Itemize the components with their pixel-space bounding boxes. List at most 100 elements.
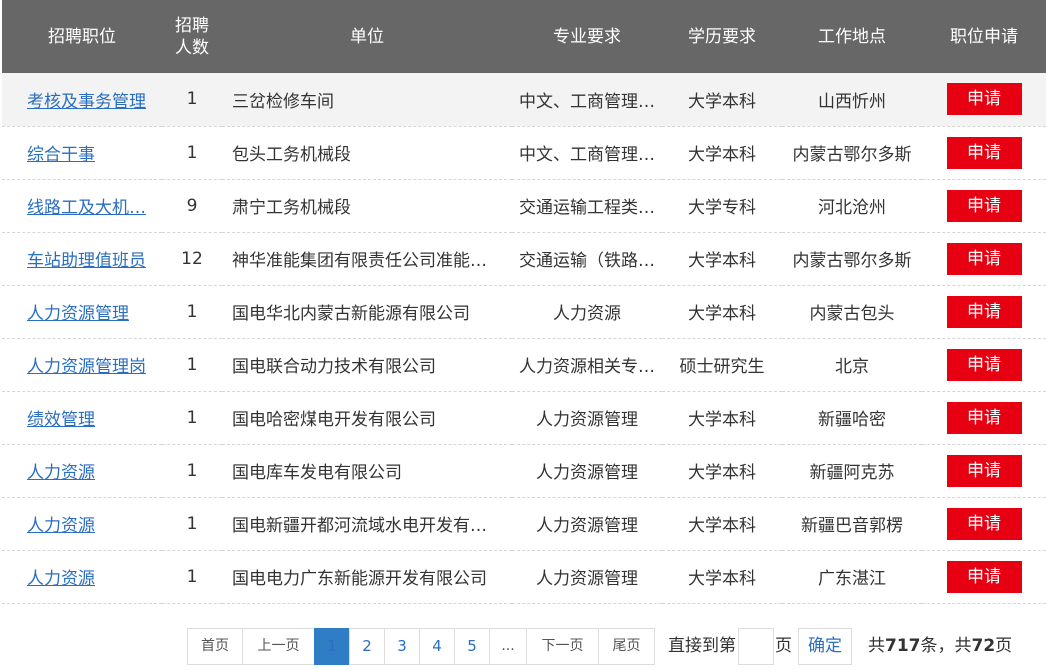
header-count-line2: 人数 [175,37,209,58]
job-count: 1 [162,338,222,392]
job-title-link[interactable]: 人力资源 [27,516,95,536]
header-education: 学历要求 [662,0,782,73]
job-education: 大学本科 [662,497,782,551]
job-unit: 国电电力广东新能源开发有限公司 [222,550,512,604]
job-title-cell: 线路工及大机… [2,179,162,233]
job-title-cell: 绩效管理 [2,391,162,445]
job-apply-cell: 申请 [922,73,1046,127]
last-page-button[interactable]: 尾页 [598,628,655,665]
job-count: 1 [162,73,222,127]
job-title-cell: 人力资源 [2,550,162,604]
table-row: 考核及事务管理 1 三岔检修车间 中文、工商管理… 大学本科 山西忻州 申请 [2,73,1046,127]
job-unit: 国电新疆开都河流域水电开发有… [222,497,512,551]
job-title-cell: 考核及事务管理 [2,73,162,127]
job-title-link[interactable]: 综合干事 [27,145,95,165]
job-major: 人力资源 [512,285,662,339]
table-row: 人力资源 1 国电新疆开都河流域水电开发有… 人力资源管理 大学本科 新疆巴音郭楞 申请 [2,497,1046,551]
job-apply-cell: 申请 [922,444,1046,498]
job-major: 交通运输（铁路… [512,232,662,286]
prev-page-button[interactable]: 上一页 [242,628,315,665]
table-row: 绩效管理 1 国电哈密煤电开发有限公司 人力资源管理 大学本科 新疆哈密 申请 [2,391,1046,445]
job-unit: 国电联合动力技术有限公司 [222,338,512,392]
confirm-goto-button[interactable]: 确定 [798,628,852,665]
job-major: 交通运输工程类… [512,179,662,233]
page-ellipsis: ... [489,628,527,665]
apply-button[interactable]: 申请 [946,189,1022,222]
job-count: 1 [162,126,222,180]
job-education: 大学本科 [662,285,782,339]
total-pages: 72 [971,636,996,656]
apply-button[interactable]: 申请 [946,454,1022,487]
page-button-1[interactable]: 1 [314,628,350,665]
job-location: 内蒙古包头 [782,285,922,339]
job-apply-cell: 申请 [922,179,1046,233]
total-suffix: 页 [995,636,1013,656]
page-button-4[interactable]: 4 [419,628,455,665]
job-apply-cell: 申请 [922,126,1046,180]
job-title-link[interactable]: 线路工及大机… [27,198,146,218]
table-row: 车站助理值班员 12 神华准能集团有限责任公司准能… 交通运输（铁路… 大学本科 内蒙古鄂… [2,232,1046,286]
table-row: 人力资源 1 国电电力广东新能源开发有限公司 人力资源管理 大学本科 广东湛江 申请 [2,550,1046,604]
job-title-link[interactable]: 人力资源管理岗 [27,357,146,377]
job-count: 1 [162,550,222,604]
job-location: 山西忻州 [782,73,922,127]
header-count: 招聘 人数 [162,0,222,73]
job-title-cell: 人力资源管理 [2,285,162,339]
job-education: 大学本科 [662,550,782,604]
apply-button[interactable]: 申请 [946,560,1022,593]
job-unit: 国电哈密煤电开发有限公司 [222,391,512,445]
job-unit: 包头工务机械段 [222,126,512,180]
job-title-link[interactable]: 人力资源 [27,463,95,483]
job-title-cell: 人力资源管理岗 [2,338,162,392]
job-unit: 国电华北内蒙古新能源有限公司 [222,285,512,339]
job-apply-cell: 申请 [922,338,1046,392]
goto-page-input[interactable] [738,628,774,665]
header-unit: 单位 [222,0,512,73]
apply-button[interactable]: 申请 [946,83,1022,116]
header-title: 招聘职位 [2,0,162,73]
job-location: 河北沧州 [782,179,922,233]
job-title-cell: 综合干事 [2,126,162,180]
job-title-cell: 人力资源 [2,444,162,498]
page-button-2[interactable]: 2 [349,628,385,665]
apply-button[interactable]: 申请 [946,295,1022,328]
job-major: 人力资源相关专… [512,338,662,392]
total-mid: 条，共 [920,636,972,656]
job-location: 内蒙古鄂尔多斯 [782,232,922,286]
job-title-link[interactable]: 考核及事务管理 [27,92,146,112]
job-apply-cell: 申请 [922,391,1046,445]
job-title-link[interactable]: 人力资源 [27,569,95,589]
first-page-button[interactable]: 首页 [187,628,243,665]
job-title-link[interactable]: 人力资源管理 [27,304,129,324]
job-major: 人力资源管理 [512,391,662,445]
job-title-link[interactable]: 绩效管理 [27,410,95,430]
job-count: 1 [162,444,222,498]
job-major: 中文、工商管理… [512,126,662,180]
apply-button[interactable]: 申请 [946,136,1022,169]
job-title-link[interactable]: 车站助理值班员 [27,251,146,271]
goto-prefix: 直接到第 [668,636,736,656]
apply-button[interactable]: 申请 [946,401,1022,434]
total-info: 共717条，共72页 [868,628,1012,665]
table-row: 人力资源管理 1 国电华北内蒙古新能源有限公司 人力资源 大学本科 内蒙古包头 申请 [2,285,1046,339]
job-apply-cell: 申请 [922,232,1046,286]
apply-button[interactable]: 申请 [946,348,1022,381]
page-button-5[interactable]: 5 [454,628,490,665]
job-education: 大学本科 [662,126,782,180]
job-unit: 国电库车发电有限公司 [222,444,512,498]
job-count: 1 [162,285,222,339]
next-page-button[interactable]: 下一页 [526,628,599,665]
goto-suffix: 页 [775,636,792,656]
apply-button[interactable]: 申请 [946,507,1022,540]
apply-button[interactable]: 申请 [946,242,1022,275]
pagination: 首页 上一页 1 2 3 4 5 ... 下一页 尾页 直接到第 页 确定 共7… [0,628,1046,666]
job-location: 北京 [782,338,922,392]
job-count: 12 [162,232,222,286]
job-education: 大学专科 [662,179,782,233]
header-apply: 职位申请 [922,0,1046,73]
job-education: 大学本科 [662,391,782,445]
job-unit: 三岔检修车间 [222,73,512,127]
job-major: 人力资源管理 [512,497,662,551]
page-button-3[interactable]: 3 [384,628,420,665]
job-major: 人力资源管理 [512,550,662,604]
